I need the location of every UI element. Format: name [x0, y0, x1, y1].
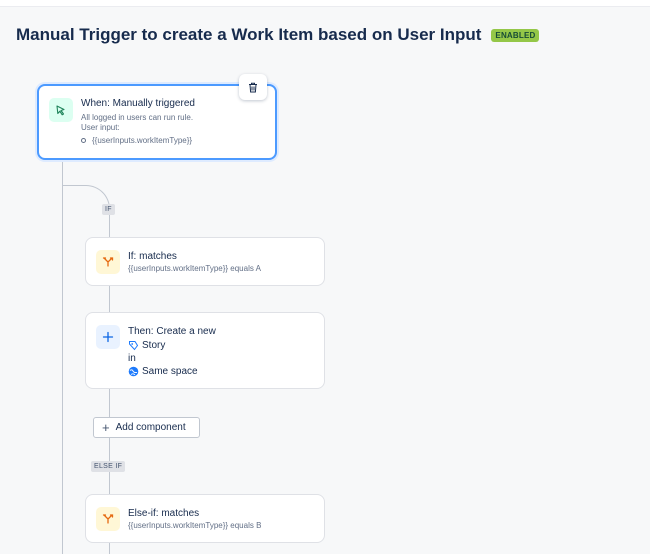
- trigger-title: When: Manually triggered: [81, 98, 195, 109]
- if-condition-text: {{userInputs.workItemType}} equals A: [128, 264, 261, 273]
- globe-icon: [128, 366, 139, 377]
- trigger-input-item: {{userInputs.workItemType}}: [81, 136, 192, 145]
- if-condition-card[interactable]: If: matches {{userInputs.workItemType}} …: [85, 237, 325, 286]
- trigger-description: All logged in users can run rule.: [81, 113, 194, 122]
- if-branch-label: IF: [102, 204, 115, 215]
- add-component-label: Add component: [115, 422, 186, 433]
- top-bar: [0, 0, 650, 7]
- then-action-card[interactable]: Then: Create a new Story in Same space: [85, 312, 325, 389]
- branch-condition-icon: [96, 507, 120, 531]
- else-if-condition-text: {{userInputs.workItemType}} equals B: [128, 521, 262, 530]
- else-if-title: Else-if: matches: [128, 508, 200, 519]
- trigger-user-input-label: User input:: [81, 123, 120, 132]
- trash-icon: [249, 82, 257, 92]
- then-item-type: Story: [128, 340, 165, 351]
- branch-condition-icon: [96, 250, 120, 274]
- else-if-condition-card[interactable]: Else-if: matches {{userInputs.workItemTy…: [85, 494, 325, 543]
- if-title: If: matches: [128, 251, 177, 262]
- story-icon: [129, 341, 139, 351]
- then-connector: in: [128, 353, 136, 364]
- then-space-label: Same space: [142, 366, 198, 377]
- plus-icon: +: [102, 420, 110, 435]
- page-title: Manual Trigger to create a Work Item bas…: [16, 25, 482, 44]
- add-component-button[interactable]: + Add component: [93, 417, 200, 438]
- plus-icon: [96, 325, 120, 349]
- then-title: Then: Create a new: [128, 326, 216, 337]
- manual-trigger-icon: [49, 98, 73, 122]
- trigger-input-value: {{userInputs.workItemType}}: [92, 136, 193, 145]
- then-space: Same space: [128, 366, 198, 377]
- rule-header: Manual Trigger to create a Work Item bas…: [16, 25, 540, 45]
- else-if-branch-label: ELSE IF: [91, 461, 126, 472]
- delete-trigger-button[interactable]: [239, 74, 267, 100]
- status-badge: ENABLED: [491, 28, 540, 42]
- bullet-icon: [81, 138, 86, 143]
- then-item-type-label: Story: [142, 340, 166, 351]
